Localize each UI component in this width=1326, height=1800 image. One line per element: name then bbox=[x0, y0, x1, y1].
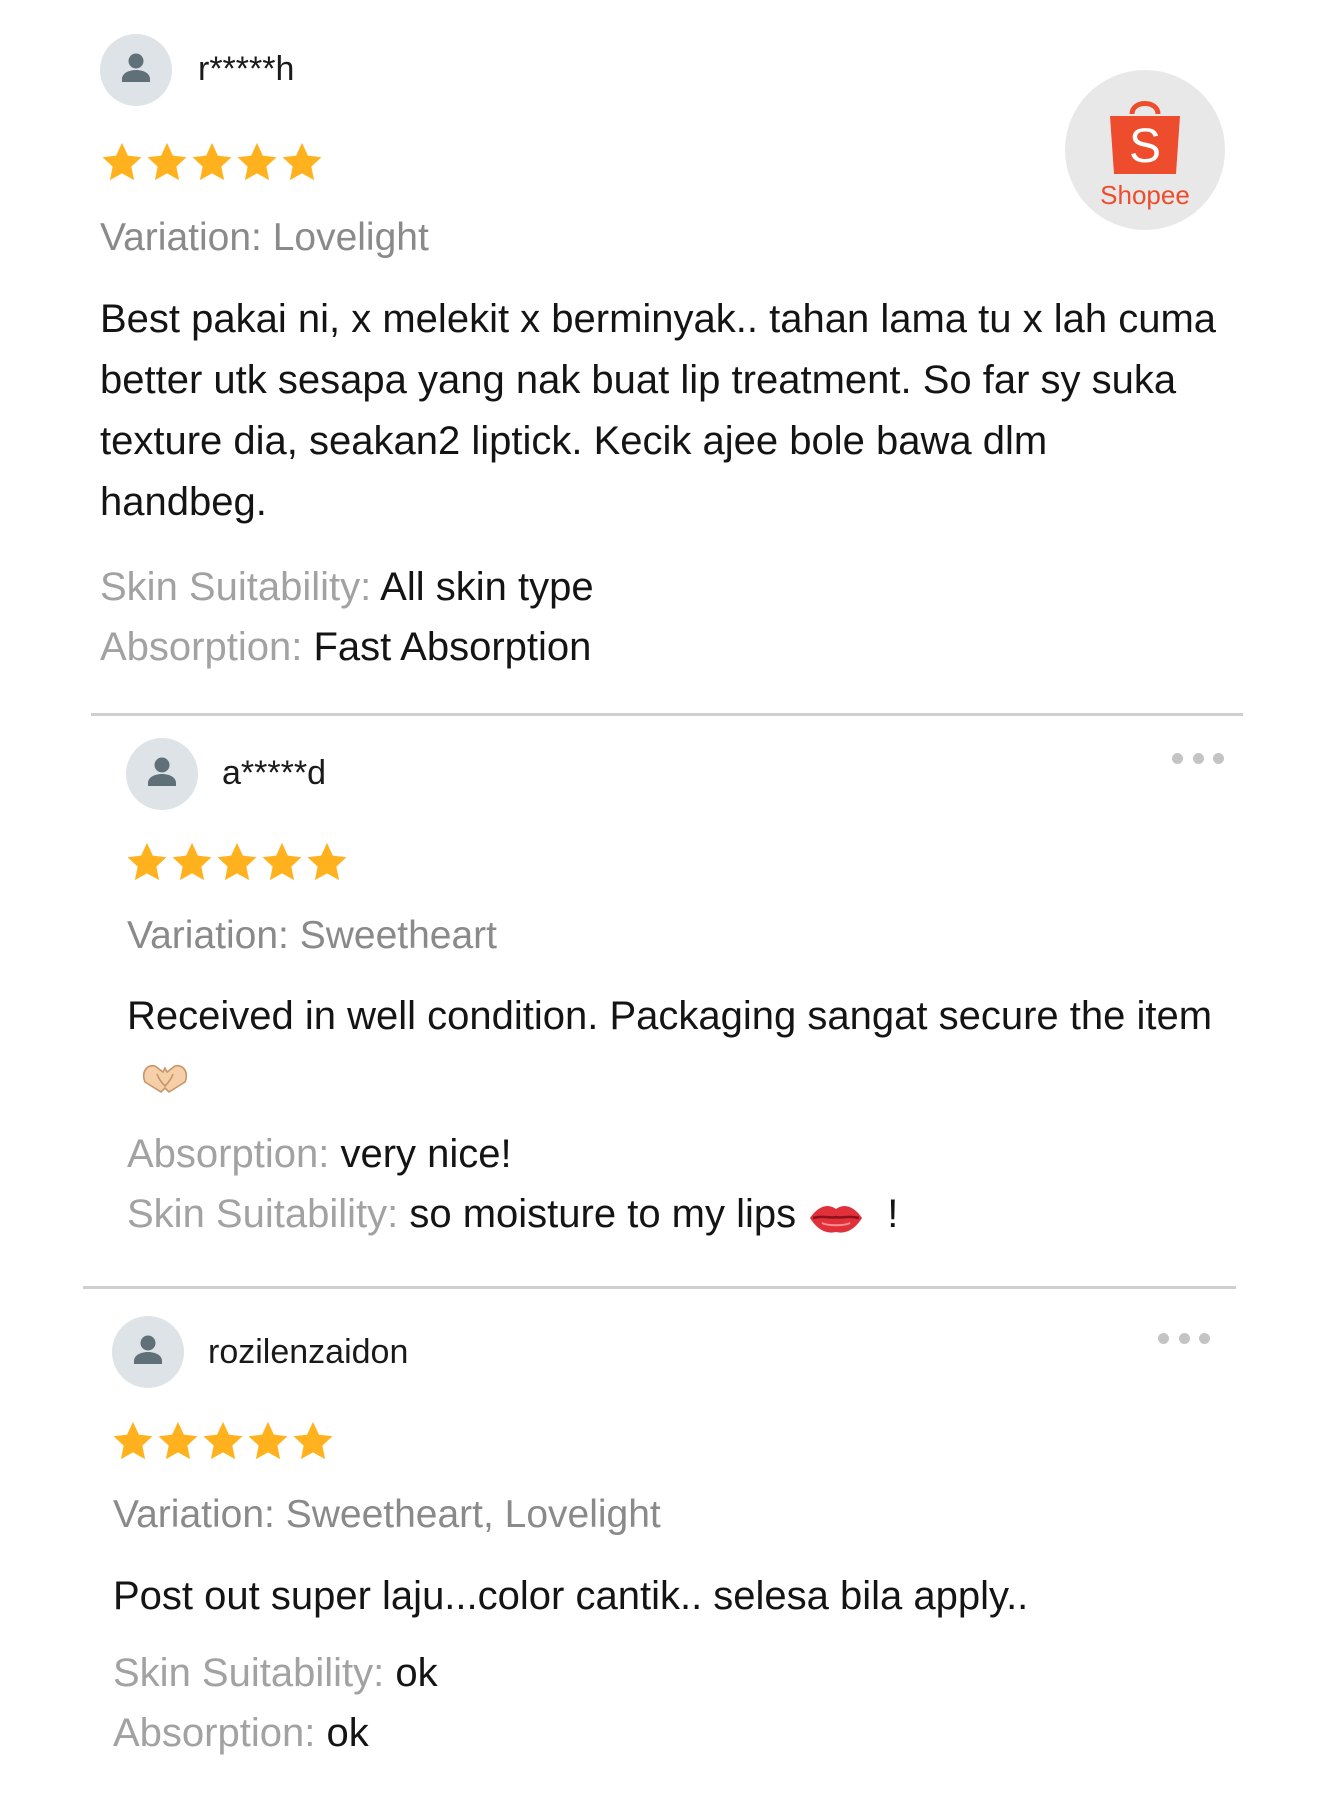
more-options-icon[interactable] bbox=[1172, 750, 1224, 766]
star-icon bbox=[215, 840, 259, 884]
attribute-label: Skin Suitability: bbox=[100, 565, 372, 609]
review-card: a*****d Variation: Sweetheart Received i… bbox=[0, 720, 1326, 1280]
attribute-label: Absorption: bbox=[113, 1711, 316, 1755]
star-icon bbox=[125, 840, 169, 884]
review-attribute-skin-suitability: Skin Suitability: All skin type bbox=[100, 565, 594, 610]
attribute-label: Skin Suitability: bbox=[127, 1192, 399, 1236]
star-icon bbox=[201, 1419, 245, 1463]
star-rating bbox=[125, 840, 349, 884]
heart-hands-emoji bbox=[142, 1064, 188, 1094]
star-rating bbox=[100, 140, 324, 184]
review-attribute-absorption: Absorption: Fast Absorption bbox=[100, 625, 591, 670]
star-icon bbox=[190, 140, 234, 184]
review-variation: Variation: Sweetheart, Lovelight bbox=[113, 1493, 661, 1536]
attribute-value: ok bbox=[395, 1651, 438, 1695]
star-icon bbox=[260, 840, 304, 884]
star-icon bbox=[280, 140, 324, 184]
user-avatar-icon[interactable] bbox=[100, 34, 172, 106]
review-attribute-skin-suitability: Skin Suitability: so moisture to my lips… bbox=[127, 1192, 898, 1237]
star-icon bbox=[291, 1419, 335, 1463]
review-comment-text: Received in well condition. Packaging sa… bbox=[127, 994, 1213, 1038]
star-icon bbox=[246, 1419, 290, 1463]
review-variation: Variation: Sweetheart bbox=[127, 914, 497, 957]
review-variation: Variation: Lovelight bbox=[100, 216, 429, 259]
star-rating bbox=[111, 1419, 335, 1463]
star-icon bbox=[170, 840, 214, 884]
star-icon bbox=[100, 140, 144, 184]
review-comment: Received in well condition. Packaging sa… bbox=[127, 986, 1227, 1108]
attribute-label: Skin Suitability: bbox=[113, 1651, 385, 1695]
star-icon bbox=[235, 140, 279, 184]
review-attribute-skin-suitability: Skin Suitability: ok bbox=[113, 1651, 438, 1696]
star-icon bbox=[111, 1419, 155, 1463]
user-avatar-icon[interactable] bbox=[112, 1316, 184, 1388]
star-icon bbox=[156, 1419, 200, 1463]
attribute-value: Fast Absorption bbox=[313, 625, 592, 669]
review-attribute-absorption: Absorption: ok bbox=[113, 1711, 369, 1756]
review-divider bbox=[91, 713, 1243, 716]
attribute-suffix: ! bbox=[887, 1192, 899, 1236]
review-divider bbox=[83, 1286, 1236, 1289]
lips-emoji bbox=[810, 1206, 863, 1233]
attribute-value: so moisture to my lips bbox=[409, 1192, 797, 1236]
review-username[interactable]: a*****d bbox=[222, 754, 326, 793]
user-avatar-icon[interactable] bbox=[126, 738, 198, 810]
review-card: rozilenzaidon Variation: Sweetheart, Lov… bbox=[0, 1293, 1326, 1800]
star-icon bbox=[305, 840, 349, 884]
attribute-value: ok bbox=[326, 1711, 369, 1755]
attribute-value: very nice! bbox=[340, 1132, 512, 1176]
review-card: r*****h Variation: Lovelight Best pakai … bbox=[0, 0, 1326, 720]
attribute-label: Absorption: bbox=[100, 625, 303, 669]
review-username[interactable]: rozilenzaidon bbox=[208, 1333, 408, 1372]
star-icon bbox=[145, 140, 189, 184]
review-comment: Post out super laju...color cantik.. sel… bbox=[113, 1574, 1029, 1618]
attribute-label: Absorption: bbox=[127, 1132, 330, 1176]
review-attribute-absorption: Absorption: very nice! bbox=[127, 1132, 512, 1177]
review-comment: Best pakai ni, x melekit x berminyak.. t… bbox=[100, 297, 1217, 524]
review-username[interactable]: r*****h bbox=[198, 50, 294, 89]
attribute-value: All skin type bbox=[380, 565, 594, 609]
more-options-icon[interactable] bbox=[1158, 1330, 1210, 1346]
